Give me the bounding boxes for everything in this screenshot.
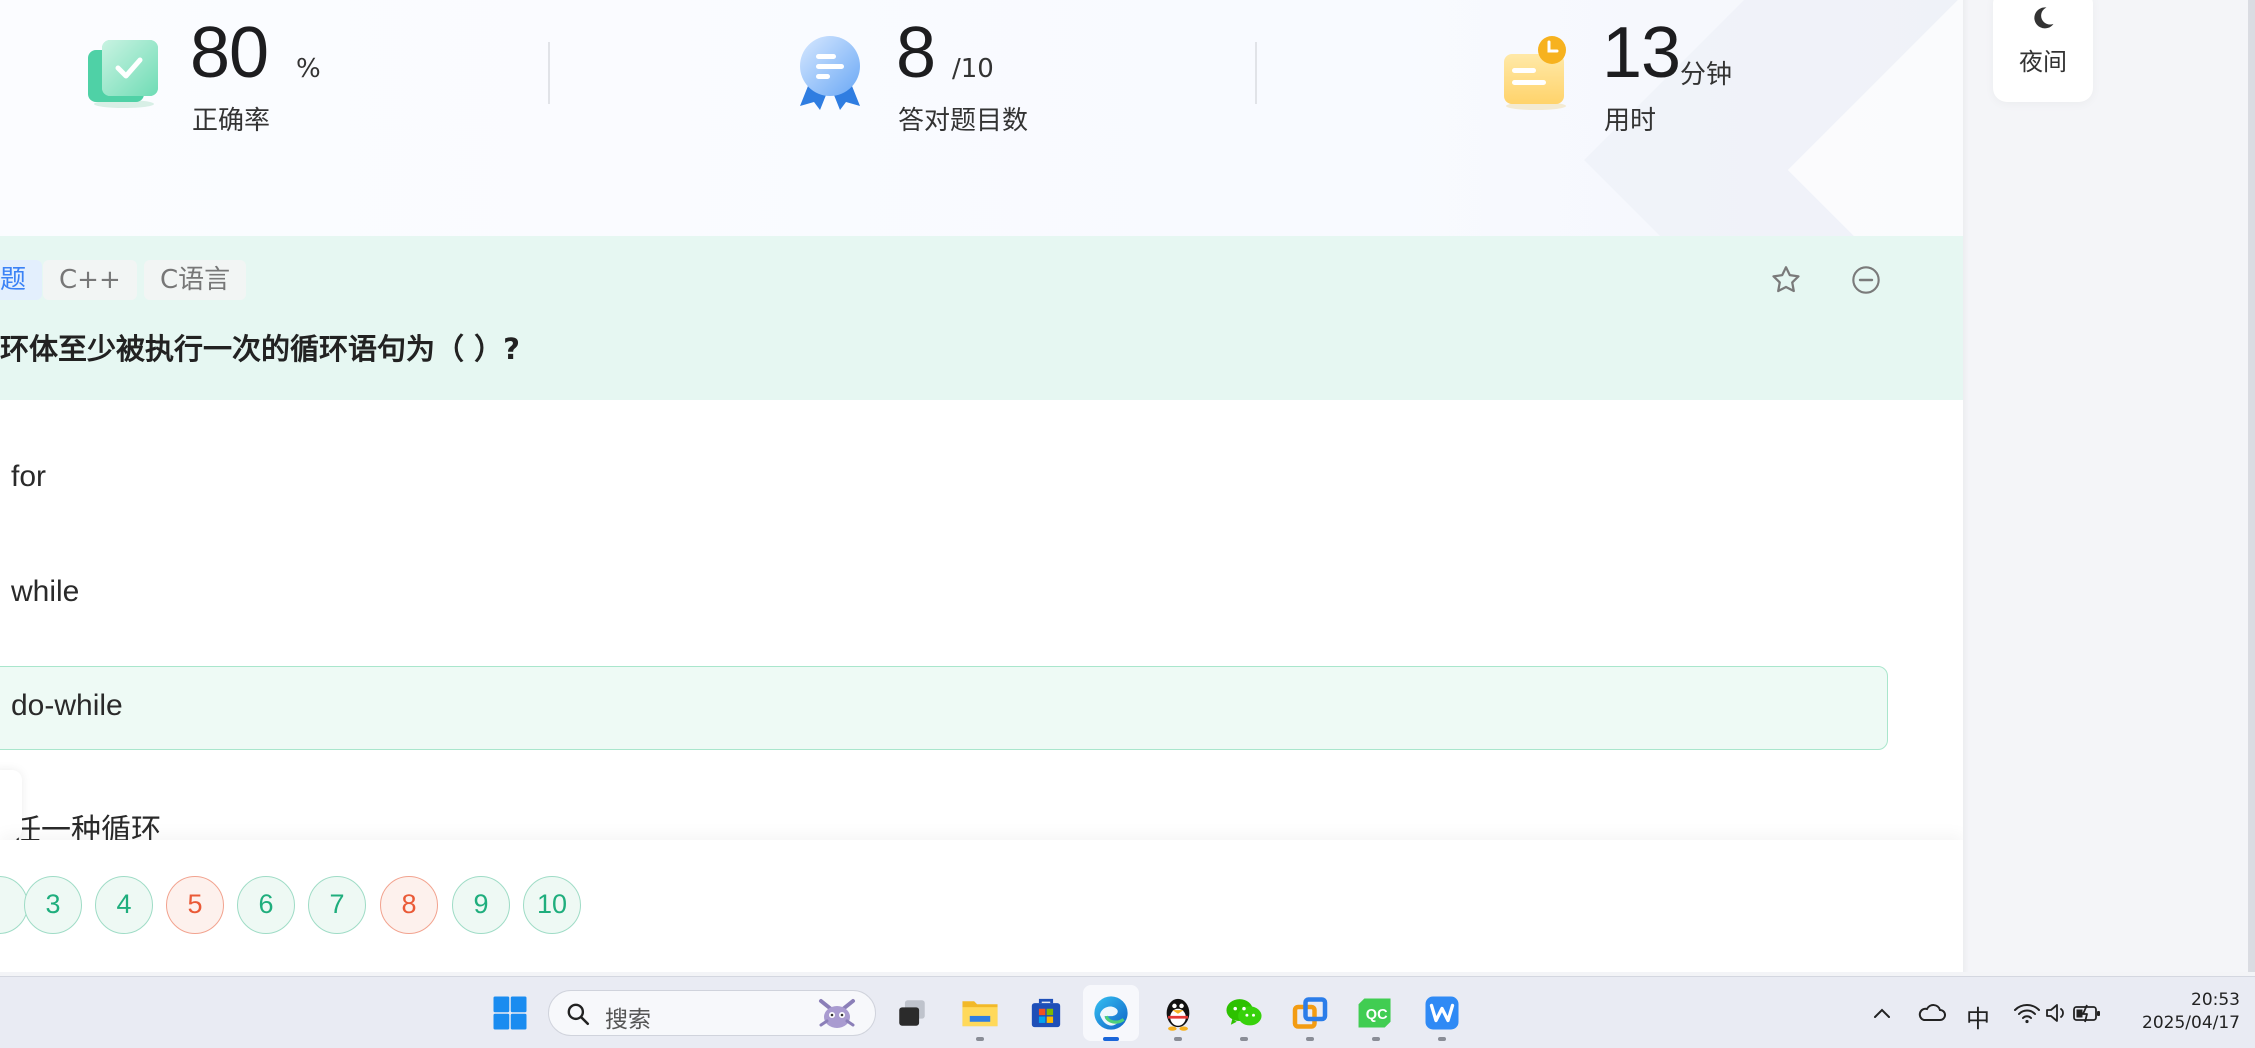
- volume-button[interactable]: [2040, 997, 2074, 1029]
- onedrive-button[interactable]: [1914, 997, 1948, 1029]
- store-button[interactable]: [1018, 985, 1074, 1041]
- running-indicator: [1306, 1037, 1314, 1041]
- running-indicator: [976, 1037, 984, 1041]
- wifi-icon: [2014, 1004, 2040, 1024]
- taskbar-search[interactable]: 搜索: [548, 990, 876, 1036]
- question-number[interactable]: 3: [24, 876, 82, 934]
- question-number[interactable]: 7: [308, 876, 366, 934]
- vmware-button[interactable]: [1282, 985, 1338, 1041]
- question-text: 环体至少被执行一次的循环语句为（ ）?: [0, 332, 520, 366]
- question-tag: C语言: [144, 260, 247, 300]
- ime-indicator[interactable]: 中: [1966, 999, 1990, 1034]
- answer-option-selected[interactable]: do-while: [0, 666, 1888, 750]
- battery-button[interactable]: [2070, 997, 2104, 1029]
- task-view-button[interactable]: [884, 985, 940, 1041]
- clock-time: 20:53: [2191, 990, 2240, 1010]
- option-text: while: [11, 575, 80, 608]
- quiz-result-panel: 80 % 正确率 8 /10 答对题目数 13 分钟 用时 题 C++ C语言 …: [0, 0, 1963, 972]
- wechat-icon: [1226, 999, 1262, 1026]
- night-mode-label: 夜间: [2019, 48, 2067, 76]
- windows-icon: [493, 996, 527, 1030]
- qt-icon: QC: [1358, 998, 1391, 1028]
- folder-icon: [962, 1001, 998, 1027]
- favorite-button[interactable]: [1766, 260, 1806, 300]
- taskbar-clock[interactable]: 20:53 2025/04/17: [2120, 989, 2240, 1035]
- remove-button[interactable]: [1846, 260, 1886, 300]
- running-indicator: [1438, 1037, 1446, 1041]
- clock-note-icon: [1504, 36, 1566, 110]
- question-number[interactable]: 6: [237, 876, 295, 934]
- time-label: 用时: [1604, 106, 1657, 136]
- edge-browser-button[interactable]: [1083, 985, 1139, 1041]
- question-type-tag: 题: [0, 260, 43, 300]
- speaker-icon: [2046, 1004, 2064, 1022]
- wps-icon: [1425, 996, 1459, 1030]
- correct-count-value: 8: [896, 13, 936, 93]
- app-window: 80 % 正确率 8 /10 答对题目数 13 分钟 用时 题 C++ C语言 …: [0, 0, 2255, 1048]
- medal-icon: [800, 36, 860, 110]
- answer-option[interactable]: while: [0, 552, 1888, 636]
- wechat-button[interactable]: [1216, 985, 1272, 1041]
- svg-text:QC: QC: [1366, 1007, 1388, 1023]
- accuracy-value: 80: [190, 13, 269, 93]
- accuracy-unit: %: [296, 54, 321, 84]
- running-indicator: [1174, 1037, 1182, 1041]
- question-number[interactable]: 4: [95, 876, 153, 934]
- question-number-wrong[interactable]: 8: [380, 876, 438, 934]
- night-mode-button[interactable]: 夜间: [1993, 0, 2093, 102]
- accuracy-label: 正确率: [192, 106, 271, 136]
- collapsed-side-card[interactable]: [0, 770, 22, 840]
- show-hidden-icons-button[interactable]: [1865, 997, 1899, 1029]
- start-button[interactable]: [482, 985, 538, 1041]
- qq-penguin-icon: [1166, 998, 1190, 1031]
- search-highlight-icon: [819, 999, 855, 1028]
- running-indicator: [1372, 1037, 1380, 1041]
- cloud-icon: [1918, 1004, 1946, 1021]
- wifi-button[interactable]: [2010, 997, 2044, 1029]
- qt-creator-button[interactable]: QC: [1348, 985, 1404, 1041]
- question-tag: C++: [43, 260, 137, 300]
- question-number[interactable]: 9: [452, 876, 510, 934]
- qq-button[interactable]: [1150, 985, 1206, 1041]
- stats-header: 80 % 正确率 8 /10 答对题目数 13 分钟 用时: [0, 0, 1963, 236]
- store-icon: [1031, 998, 1061, 1028]
- file-explorer-button[interactable]: [952, 985, 1008, 1041]
- time-value: 13: [1602, 13, 1681, 93]
- minus-circle-icon: [1852, 266, 1880, 294]
- correct-count-label: 答对题目数: [898, 106, 1029, 136]
- time-unit: 分钟: [1680, 60, 1733, 90]
- task-view-icon: [899, 1000, 925, 1026]
- question-number-wrong[interactable]: 5: [166, 876, 224, 934]
- taskbar: 搜索 QC 中 20:53 2025/04/17: [0, 976, 2255, 1048]
- stats-divider: [1255, 42, 1257, 104]
- clock-date: 2025/04/17: [2142, 1013, 2240, 1033]
- correct-count-unit: /10: [952, 54, 994, 84]
- stats-divider: [548, 42, 550, 104]
- chevron-up-icon: [1874, 1008, 1890, 1018]
- check-card-icon: [88, 40, 158, 108]
- search-icon: [567, 1003, 590, 1026]
- star-icon: [1772, 266, 1800, 293]
- question-number[interactable]: 10: [523, 876, 581, 934]
- question-number-nav: 3 4 5 6 7 8 9 10: [0, 840, 1963, 972]
- vmware-icon: [1292, 997, 1328, 1029]
- search-placeholder: 搜索: [605, 1007, 651, 1033]
- edge-icon: [1094, 996, 1128, 1030]
- answer-option[interactable]: for: [0, 437, 1888, 521]
- running-indicator: [1240, 1037, 1248, 1041]
- side-panel-shadow: [1963, 0, 1969, 972]
- window-edge: [2248, 0, 2255, 972]
- option-text: for: [11, 460, 47, 493]
- question-header: 题 C++ C语言 环体至少被执行一次的循环语句为（ ）?: [0, 236, 1963, 400]
- option-text: do-while: [11, 689, 123, 722]
- wps-button[interactable]: [1414, 985, 1470, 1041]
- side-panel: [1963, 0, 2255, 972]
- moon-icon: [2034, 7, 2054, 29]
- battery-charging-icon: [2073, 1004, 2100, 1023]
- active-indicator: [1103, 1037, 1119, 1041]
